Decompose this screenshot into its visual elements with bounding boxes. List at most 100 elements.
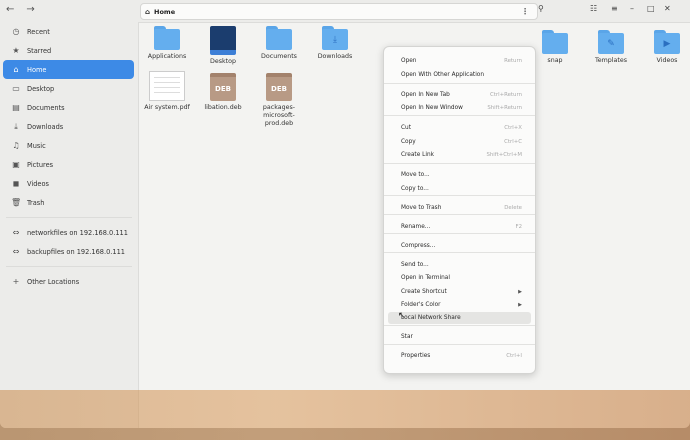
menu-item-folder-s-color[interactable]: Folder's Color ▶	[388, 299, 531, 311]
menu-item-cut[interactable]: Cut Ctrl+X	[388, 122, 531, 134]
download-icon: ⤓	[14, 121, 18, 131]
menu-separator	[384, 214, 535, 215]
sidebar-item-starred[interactable]: ★ Starred	[3, 41, 134, 60]
video-icon: ◼	[12, 179, 20, 188]
menu-item-label: Folder's Color	[401, 302, 441, 308]
menu-item-label: Cut	[401, 125, 411, 131]
menu-item-copy[interactable]: Copy Ctrl+C	[388, 136, 531, 148]
menu-item-label: Compress...	[401, 243, 436, 249]
file-item[interactable]: Air system.pdf	[139, 71, 195, 112]
menu-item-copy-to[interactable]: Copy to...	[388, 183, 531, 195]
menu-item-properties[interactable]: Properties Ctrl+I	[388, 350, 531, 362]
sidebar-network-share[interactable]: ⇔ networkfiles on 192.168.0.111	[3, 223, 134, 242]
network-share-icon: ⇔	[12, 228, 20, 237]
menu-item-compress[interactable]: Compress...	[388, 240, 531, 252]
back-arrow-icon[interactable]: ←	[6, 4, 14, 15]
file-item[interactable]: DEB packages-microsoft-prod.deb	[251, 73, 307, 128]
sidebar-item-desktop[interactable]: ▭ Desktop	[3, 79, 134, 98]
menu-item-label: Rename...	[401, 224, 431, 230]
sidebar-item-videos[interactable]: ◼ Videos	[3, 174, 134, 193]
menu-item-rename[interactable]: Rename... F2	[388, 221, 531, 233]
file-label: libation.deb	[204, 104, 242, 111]
menu-item-open-with-other-application[interactable]: Open With Other Application	[388, 69, 531, 81]
file-label: Downloads	[317, 53, 353, 60]
menu-shortcut: Delete	[504, 205, 522, 211]
menu-item-label: Send to...	[401, 262, 429, 268]
home-icon: ⌂	[145, 7, 151, 16]
menu-item-create-shortcut[interactable]: Create Shortcut ▶	[388, 286, 531, 298]
file-item[interactable]: ⤓ Downloads	[307, 26, 363, 61]
menu-item-open[interactable]: Open Return	[388, 55, 531, 67]
menu-shortcut: Return	[504, 58, 522, 64]
submenu-arrow-icon: ▶	[518, 302, 522, 308]
menu-item-send-to[interactable]: Send to...	[388, 259, 531, 271]
menu-item-label: Open in Terminal	[401, 275, 450, 281]
sidebar-item-label: Documents	[27, 103, 65, 112]
sidebar-item-recent[interactable]: ◷ Recent	[3, 22, 134, 41]
trash-icon: 🗑	[11, 198, 22, 207]
kebab-menu-icon[interactable]: ⋮	[521, 7, 529, 16]
sidebar-item-pictures[interactable]: ▣ Pictures	[3, 155, 134, 174]
sidebar-item-label: Home	[27, 65, 47, 74]
close-icon[interactable]: ✕	[664, 4, 671, 13]
file-label: Applications	[147, 53, 187, 60]
folder-icon	[154, 26, 180, 50]
nav-buttons: ← →	[6, 4, 35, 15]
menu-item-label: Open	[401, 58, 417, 64]
menu-item-label: Open In New Window	[401, 105, 463, 111]
star-icon: ★	[12, 46, 20, 55]
file-label: Templates	[594, 57, 627, 64]
search-icon[interactable]: ⚲	[538, 4, 544, 13]
header-bar: ⌂ Home ⋮ ⚲ ☷ ≡ – □ ✕	[138, 0, 690, 23]
file-label: Documents	[261, 53, 297, 60]
menu-item-label: Copy to...	[401, 186, 429, 192]
file-manager-window: ← → ◷ Recent ★ Starred ⌂ Home ▭ Desktop ▤ Documen…	[0, 0, 690, 428]
file-item[interactable]: ✎ Templates	[583, 30, 639, 65]
submenu-arrow-icon: ▶	[518, 289, 522, 295]
maximize-icon[interactable]: □	[647, 4, 655, 13]
menu-item-move-to-trash[interactable]: Move to Trash Delete	[388, 202, 531, 214]
sidebar-item-trash[interactable]: 🗑 Trash	[3, 193, 134, 212]
menu-item-label: Move to...	[401, 172, 430, 178]
sidebar-item-label: Recent	[27, 27, 50, 36]
menu-shortcut: Ctrl+I	[506, 353, 522, 359]
file-item[interactable]: Applications	[139, 26, 195, 61]
mouse-cursor-icon: ↖	[398, 311, 406, 321]
menu-item-move-to[interactable]: Move to...	[388, 169, 531, 181]
file-item[interactable]: Documents	[251, 26, 307, 61]
menu-shortcut: Shift+Return	[487, 105, 522, 111]
menu-item-open-in-terminal[interactable]: Open in Terminal	[388, 272, 531, 284]
sidebar-separator	[6, 217, 132, 218]
deb-badge: DEB	[215, 85, 231, 93]
file-item[interactable]: DEB libation.deb	[195, 73, 251, 112]
menu-item-open-in-new-tab[interactable]: Open In New Tab Ctrl+Return	[388, 89, 531, 101]
menu-shortcut: Ctrl+C	[504, 139, 522, 145]
desktop-thumbnail-icon	[210, 26, 236, 55]
path-bar[interactable]: ⌂ Home ⋮	[140, 3, 538, 20]
menu-item-open-in-new-window[interactable]: Open In New Window Shift+Return	[388, 102, 531, 114]
menu-item-local-network-share[interactable]: Local Network Share	[388, 312, 531, 324]
menu-separator	[384, 252, 535, 253]
sidebar-item-home[interactable]: ⌂ Home	[3, 60, 134, 79]
sidebar-item-downloads[interactable]: ⤓ Downloads	[3, 117, 134, 136]
network-share-icon: ⇔	[12, 247, 20, 256]
file-item[interactable]: Desktop	[195, 26, 251, 66]
sidebar-item-other-locations[interactable]: + Other Locations	[3, 272, 134, 291]
view-options-icon[interactable]: ☷	[590, 4, 597, 13]
menu-item-star[interactable]: Star	[388, 331, 531, 343]
menu-separator	[384, 163, 535, 164]
sidebar-item-label: Starred	[27, 46, 52, 55]
sidebar-item-label: Desktop	[27, 84, 55, 93]
forward-arrow-icon[interactable]: →	[26, 4, 34, 15]
menu-separator	[384, 233, 535, 234]
menu-item-create-link[interactable]: Create Link Shift+Ctrl+M	[388, 149, 531, 161]
file-item[interactable]: ▶ Videos	[639, 30, 690, 65]
menu-item-label: Create Link	[401, 152, 434, 158]
sidebar-item-label: Other Locations	[27, 277, 80, 286]
minimize-icon[interactable]: –	[630, 4, 634, 13]
sidebar-item-music[interactable]: ♫ Music	[3, 136, 134, 155]
menu-icon[interactable]: ≡	[611, 4, 618, 13]
sidebar-network-share[interactable]: ⇔ backupfiles on 192.168.0.111	[3, 242, 134, 261]
deb-package-icon: DEB	[210, 73, 236, 101]
sidebar-item-documents[interactable]: ▤ Documents	[3, 98, 134, 117]
